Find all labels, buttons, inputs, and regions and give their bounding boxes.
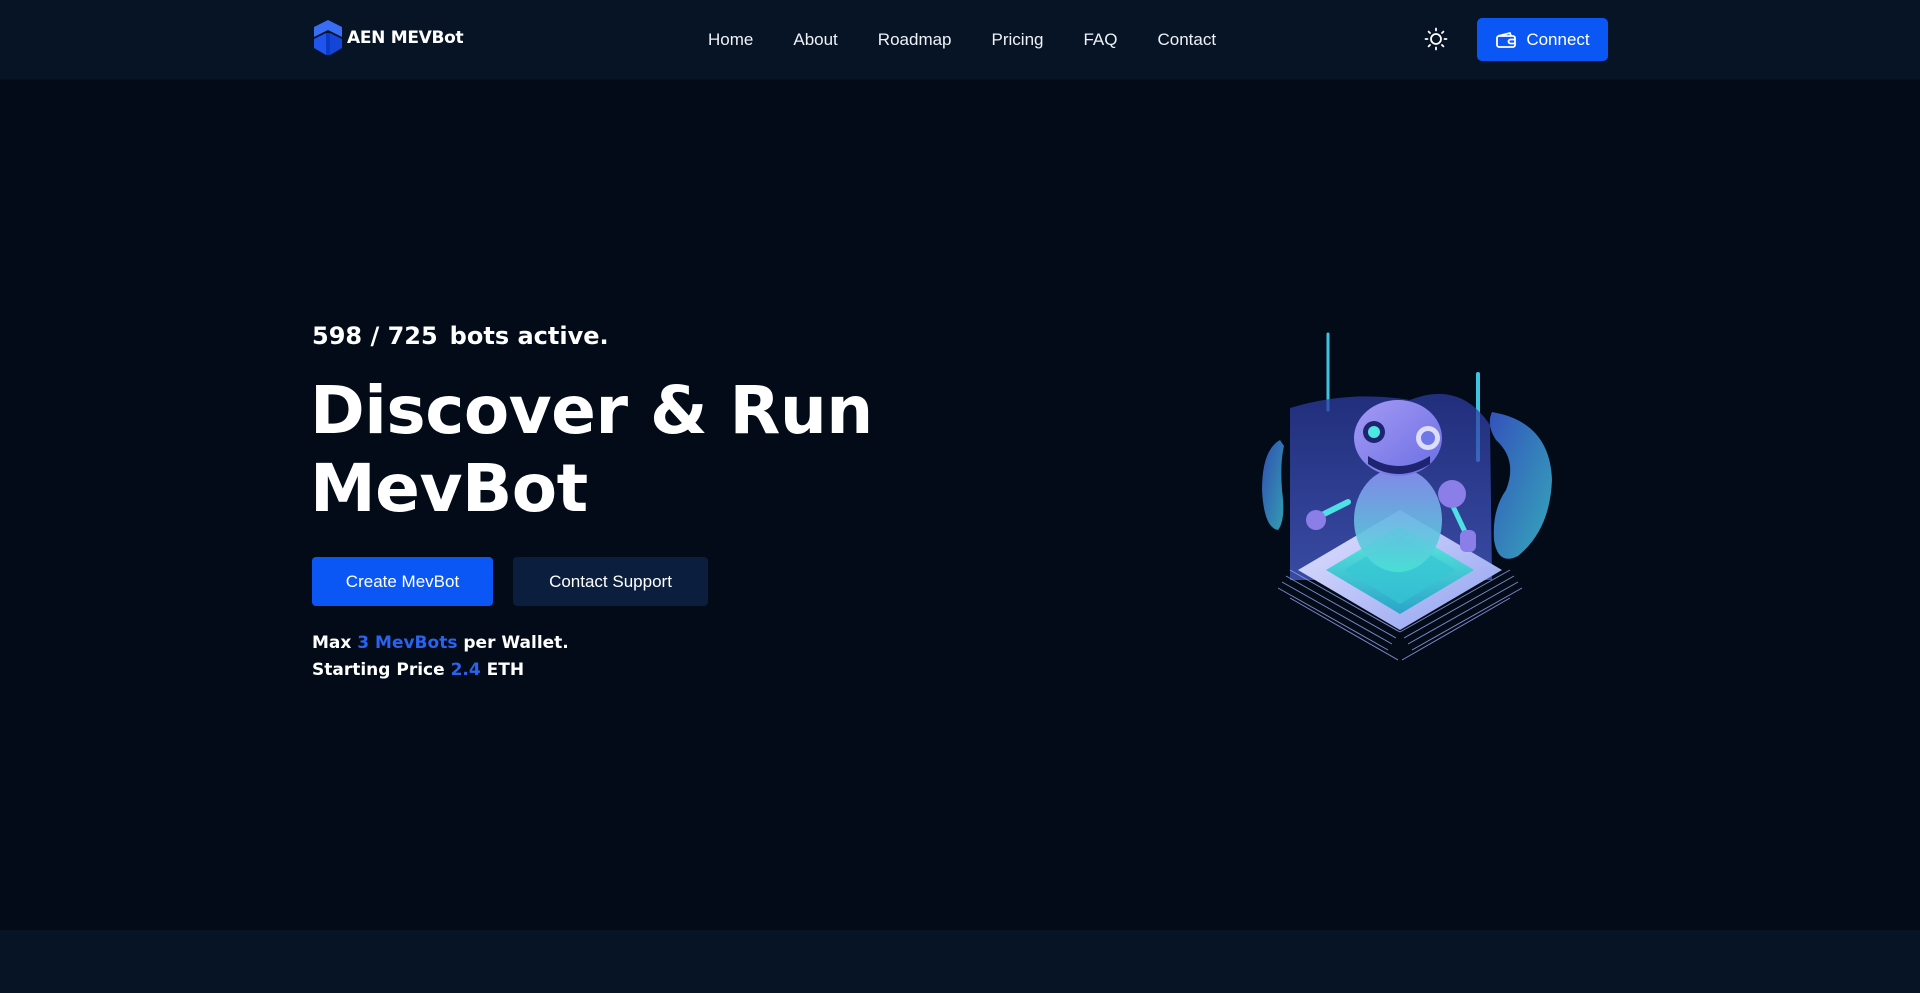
bots-active-counter: 598 / 725 bots active. bbox=[312, 322, 609, 350]
bots-suffix: bots active. bbox=[449, 322, 609, 350]
hero-title-line-2: MevBot bbox=[310, 450, 588, 527]
contact-support-button[interactable]: Contact Support bbox=[513, 557, 708, 606]
create-mevbot-button[interactable]: Create MevBot bbox=[312, 557, 493, 606]
price-prefix: Starting Price bbox=[312, 660, 451, 680]
main-nav: Home About Roadmap Pricing FAQ Contact bbox=[708, 0, 1216, 79]
nav-link-about[interactable]: About bbox=[793, 30, 837, 50]
next-section-strip bbox=[0, 930, 1920, 993]
price-value: 2.4 bbox=[450, 660, 481, 680]
hero-title-line-1: Discover & Run bbox=[310, 372, 873, 449]
max-bots-info: Max 3 MevBots per Wallet. bbox=[312, 633, 569, 653]
nav-link-roadmap[interactable]: Roadmap bbox=[878, 30, 952, 50]
nav-link-faq[interactable]: FAQ bbox=[1083, 30, 1117, 50]
navbar: AEN MEVBot Home About Roadmap Pricing FA… bbox=[0, 0, 1920, 79]
price-suffix: ETH bbox=[480, 660, 525, 680]
robot-on-chip-illustration bbox=[1262, 332, 1552, 661]
brand-name: AEN MEVBot bbox=[347, 28, 464, 48]
nav-link-pricing[interactable]: Pricing bbox=[992, 30, 1044, 50]
wallet-icon bbox=[1496, 31, 1517, 48]
cube-logo-icon bbox=[314, 20, 342, 55]
max-bots-suffix: per Wallet. bbox=[457, 633, 569, 653]
max-bots-value: 3 MevBots bbox=[357, 633, 458, 653]
max-bots-prefix: Max bbox=[312, 633, 358, 653]
nav-link-contact[interactable]: Contact bbox=[1158, 30, 1217, 50]
bots-count: 598 / 725 bbox=[312, 322, 438, 350]
connect-button[interactable]: Connect bbox=[1477, 18, 1608, 61]
nav-link-home[interactable]: Home bbox=[708, 30, 753, 50]
starting-price-info: Starting Price 2.4 ETH bbox=[312, 660, 524, 680]
brand-logo[interactable]: AEN MEVBot bbox=[312, 19, 464, 57]
sun-icon bbox=[1424, 27, 1448, 51]
hero-title: Discover & Run MevBot bbox=[310, 372, 873, 528]
connect-label: Connect bbox=[1526, 29, 1590, 49]
theme-toggle-button[interactable] bbox=[1424, 27, 1448, 51]
